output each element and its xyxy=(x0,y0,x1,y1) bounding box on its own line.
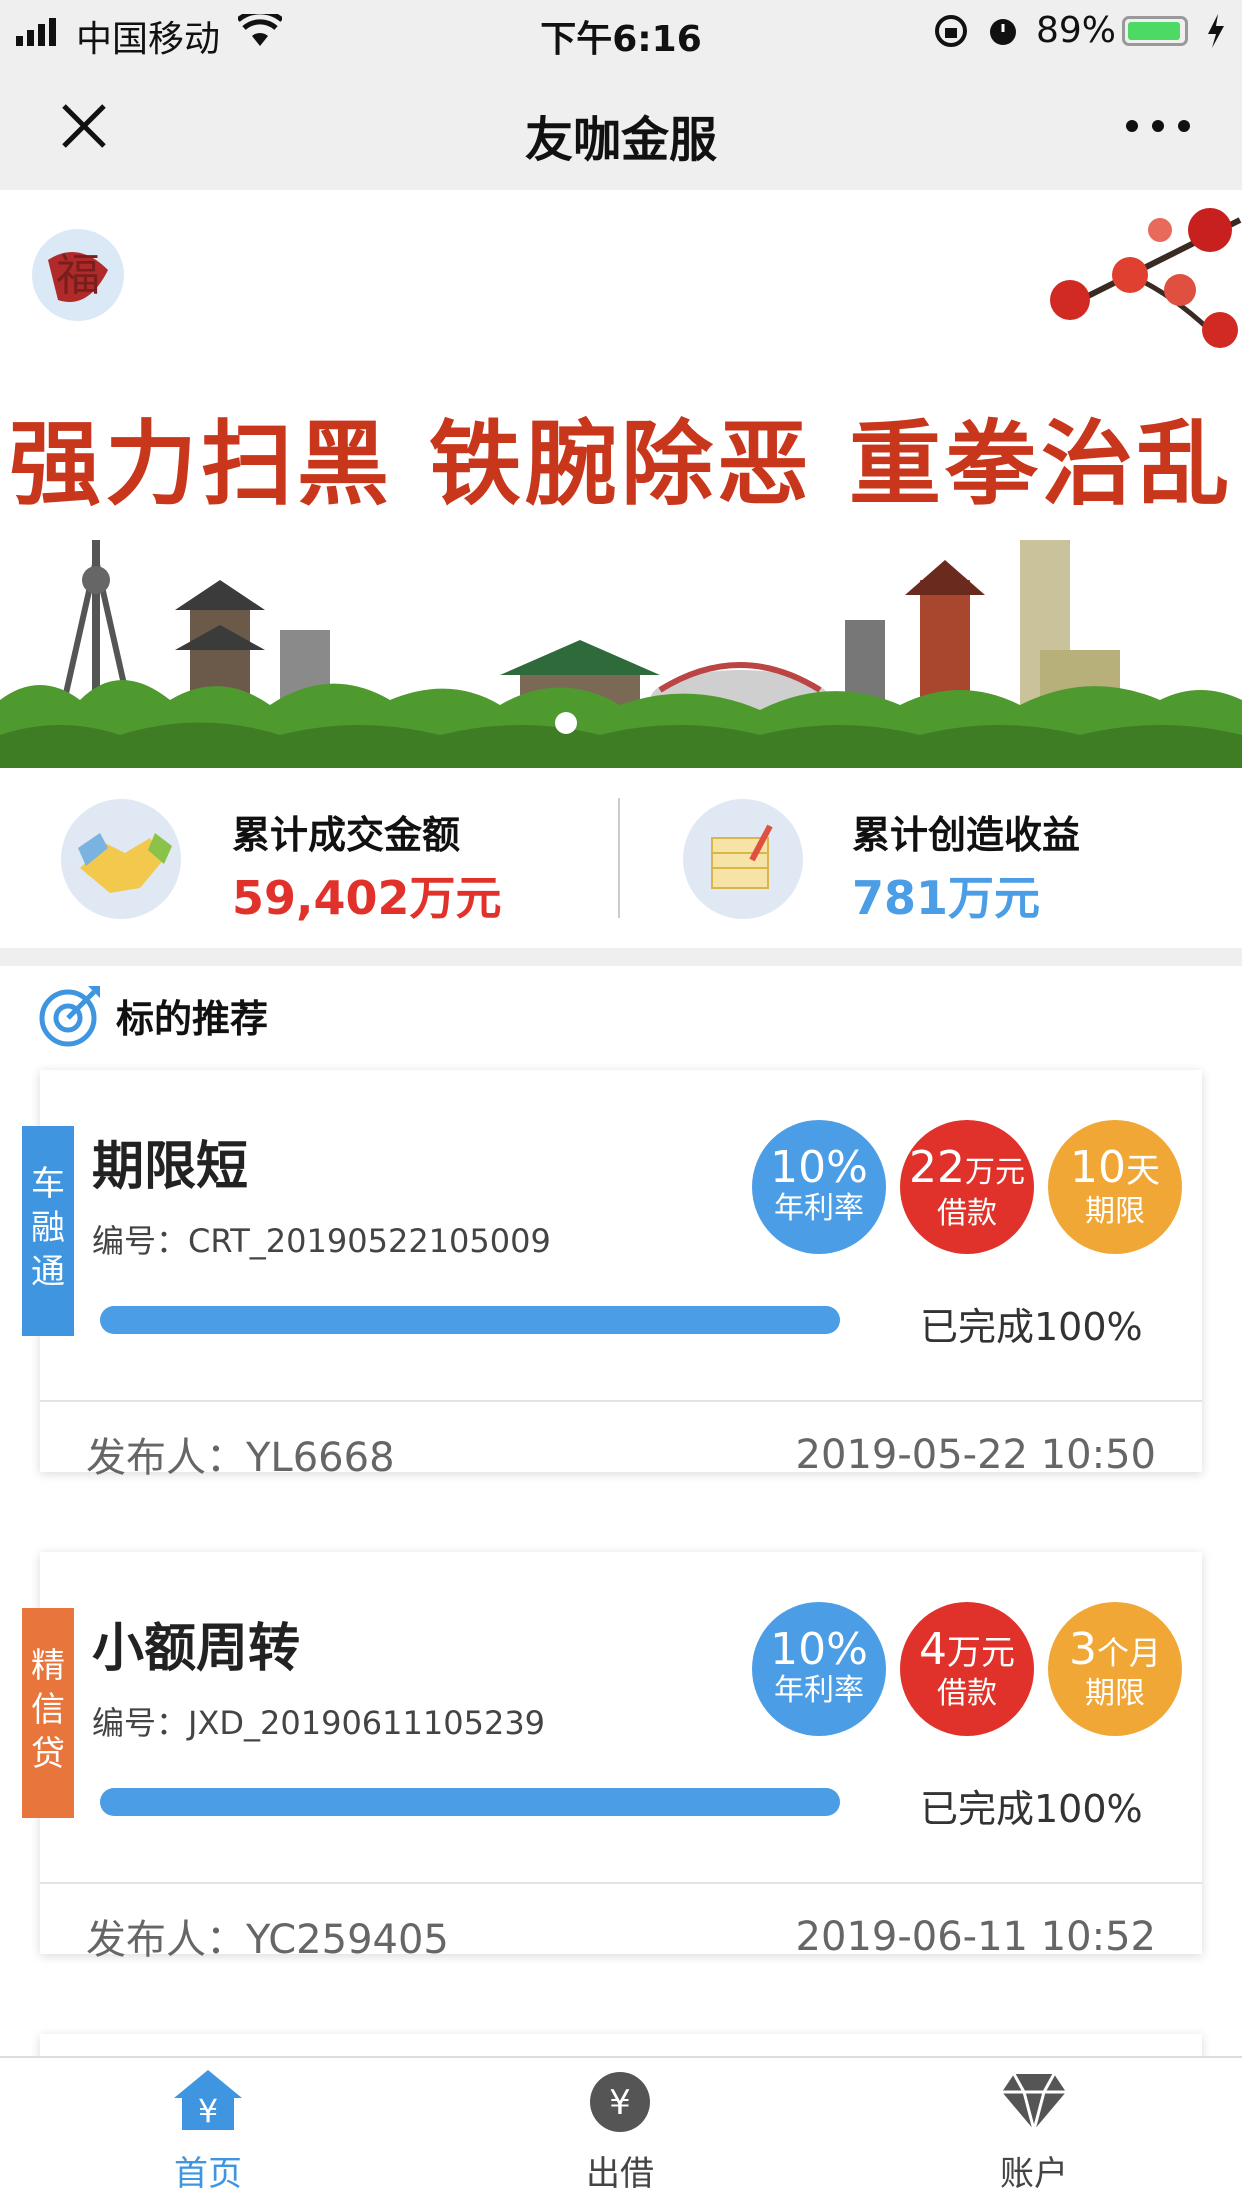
amount-badge: 4万元 借款 xyxy=(900,1602,1034,1736)
term-label: 期限 xyxy=(1085,1676,1145,1711)
term-value: 3 xyxy=(1068,1624,1097,1675)
stats-divider xyxy=(618,798,620,918)
progress-fill xyxy=(100,1306,840,1334)
amount-label: 借款 xyxy=(937,1676,997,1711)
tab-home[interactable]: ¥ 首页 xyxy=(108,2066,308,2206)
stat-value-income: 781万元 xyxy=(852,871,1041,925)
status-bar: 中国移动 下午6:16 89% xyxy=(0,0,1242,62)
tab-account[interactable]: 账户 xyxy=(934,2066,1134,2206)
publisher: 发布人：YL6668 xyxy=(86,1435,395,1481)
stat-label-income: 累计创造收益 xyxy=(852,813,1081,857)
calendar-pen-icon xyxy=(683,799,803,919)
alarm-icon xyxy=(990,19,1016,45)
loan-code: 编号：CRT_20190522105009 xyxy=(92,1222,551,1260)
loan-tag: 车融通 xyxy=(22,1126,74,1336)
amount-unit: 万元 xyxy=(947,1633,1015,1673)
nav-bar: 友咖金服 xyxy=(0,62,1242,190)
tab-lend[interactable]: ¥ 出借 xyxy=(520,2066,720,2206)
loan-title: 期限短 xyxy=(92,1137,249,1197)
amount-unit: 万元 xyxy=(965,1155,1025,1190)
progress-bar xyxy=(100,1788,840,1816)
amount-value: 22 xyxy=(909,1142,965,1193)
logo-icon: 福 xyxy=(32,229,124,321)
target-icon xyxy=(39,986,100,1047)
progress-text: 已完成100% xyxy=(920,1787,1143,1831)
svg-text:¥: ¥ xyxy=(609,2083,631,2123)
card-divider xyxy=(40,1400,1202,1402)
banner-carousel[interactable]: 福 强力扫黑 铁腕除恶 重拳治乱 xyxy=(0,190,1242,768)
term-badge: 3个月 期限 xyxy=(1048,1602,1182,1736)
stat-label-turnover: 累计成交金额 xyxy=(232,813,461,857)
publisher: 发布人：YC259405 xyxy=(86,1917,449,1963)
recommend-section: 标的推荐 车融通 期限短 编号：CRT_20190522105009 10% 年… xyxy=(0,966,1242,2074)
loan-tag: 精信贷 xyxy=(22,1608,74,1818)
tab-bar: ¥ 首页 ¥ 出借 账户 xyxy=(0,2056,1242,2210)
rotation-lock-icon xyxy=(935,15,967,47)
stats-panel: 累计成交金额 59,402万元 累计创造收益 781万元 xyxy=(0,768,1242,948)
term-label: 期限 xyxy=(1085,1194,1145,1229)
section-title: 标的推荐 xyxy=(116,997,269,1041)
landmarks-illustration xyxy=(0,540,1242,768)
page-title: 友咖金服 xyxy=(524,112,717,168)
amount-value: 4 xyxy=(919,1624,947,1675)
progress-text: 已完成100% xyxy=(920,1305,1143,1349)
yen-coin-icon: ¥ xyxy=(590,2072,650,2132)
diamond-icon xyxy=(1002,2073,1066,2132)
stat-value-turnover: 59,402万元 xyxy=(232,871,502,925)
term-value: 10 xyxy=(1070,1142,1126,1193)
amount-badge: 22万元 借款 xyxy=(900,1120,1034,1254)
publish-date: 2019-05-22 10:50 xyxy=(795,1432,1156,1478)
svg-text:福: 福 xyxy=(56,250,100,301)
term-badge: 10天 期限 xyxy=(1048,1120,1182,1254)
plum-blossom-icon xyxy=(1050,208,1242,348)
battery-percent: 89% xyxy=(1036,10,1117,51)
loan-card[interactable]: 精信贷 小额周转 编号：JXD_20190611105239 10% 年利率 4… xyxy=(22,1552,1202,1963)
term-unit: 个月 xyxy=(1096,1634,1161,1672)
loan-title: 小额周转 xyxy=(92,1619,301,1679)
svg-text:¥: ¥ xyxy=(198,2092,218,2130)
battery-icon xyxy=(1122,16,1188,46)
progress-fill xyxy=(100,1788,840,1816)
term-unit: 天 xyxy=(1126,1151,1160,1191)
tab-label: 首页 xyxy=(174,2154,242,2194)
publish-date: 2019-06-11 10:52 xyxy=(795,1914,1156,1960)
tab-label: 账户 xyxy=(1000,2154,1068,2194)
carousel-dot[interactable] xyxy=(555,712,577,734)
handshake-icon xyxy=(61,799,181,919)
loan-card[interactable]: 车融通 期限短 编号：CRT_20190522105009 10% 年利率 22… xyxy=(22,1070,1202,1481)
tab-label: 出借 xyxy=(586,2154,654,2194)
card-divider xyxy=(40,1882,1202,1884)
rate-badge: 10% 年利率 xyxy=(752,1120,886,1254)
charging-icon xyxy=(1208,14,1224,48)
amount-label: 借款 xyxy=(937,1196,997,1231)
more-icon[interactable] xyxy=(1124,118,1192,134)
rate-label: 年利率 xyxy=(774,1191,864,1226)
rate-badge: 10% 年利率 xyxy=(752,1602,886,1736)
rate-value: 10% xyxy=(770,1142,868,1193)
rate-value: 10% xyxy=(770,1624,868,1675)
home-yen-icon: ¥ xyxy=(174,2070,242,2130)
progress-bar xyxy=(100,1306,840,1334)
rate-label: 年利率 xyxy=(774,1673,864,1708)
loan-code: 编号：JXD_20190611105239 xyxy=(92,1704,546,1742)
